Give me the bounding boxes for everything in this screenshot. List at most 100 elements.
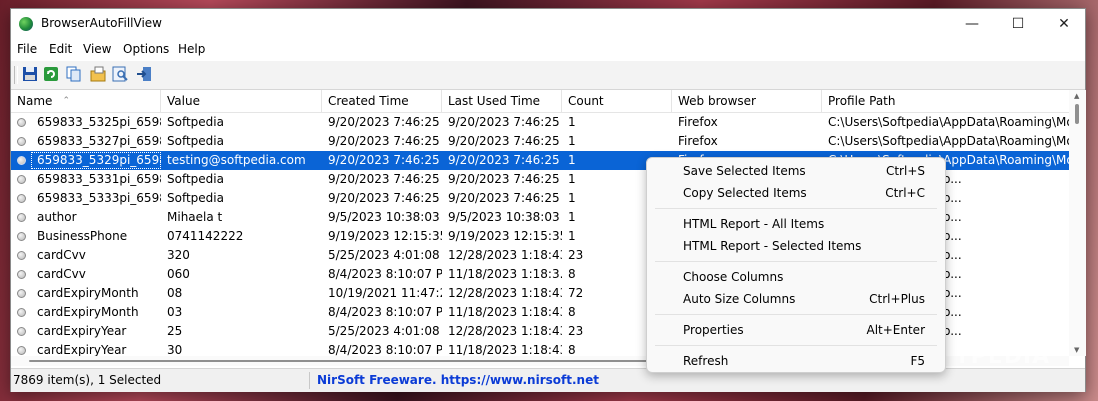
minimize-button[interactable]: — [949, 9, 995, 39]
sort-up-icon: ⌃ [62, 96, 70, 106]
cell-value: 0741142222 [167, 229, 244, 243]
menu-bar: File Edit View Options Help [11, 39, 1085, 61]
menu-item-label: HTML Report - Selected Items [683, 239, 862, 253]
scroll-up-icon[interactable]: ▲ [1074, 92, 1079, 100]
cell-value: Mihaela t [167, 210, 223, 224]
cell-value: 320 [167, 248, 190, 262]
cell-value: 25 [167, 324, 183, 338]
cell-value: Softpedia [167, 134, 224, 148]
cell-profile: C:\Users\Softpedia\AppData\Roaming\Mo... [828, 115, 1069, 129]
cell-value: 30 [167, 343, 183, 356]
cell-value: 03 [167, 305, 183, 319]
nirsoft-link[interactable]: NirSoft Freeware. https://www.nirsoft.ne… [317, 372, 599, 389]
column-header-web-browser[interactable]: Web browser [672, 90, 822, 112]
cell-value: Softpedia [167, 115, 224, 129]
scroll-down-icon[interactable]: ▼ [1074, 346, 1079, 354]
menu-item-html-report-selected-items[interactable]: HTML Report - Selected Items [647, 235, 945, 257]
cell-count: 1 [568, 134, 576, 148]
exit-icon[interactable] [135, 65, 153, 83]
column-header-name[interactable]: Name ⌃ [11, 90, 161, 112]
menu-item-label: Choose Columns [683, 270, 784, 284]
cell-last-used: 11/18/2023 1:18:43... [448, 343, 562, 356]
column-header-created-time[interactable]: Created Time [322, 90, 442, 112]
refresh-icon[interactable] [42, 65, 60, 83]
cell-created: 9/20/2023 7:46:25 ... [328, 191, 442, 205]
toolbar-grip [14, 66, 18, 84]
menu-item-refresh[interactable]: Refresh F5 [647, 350, 945, 372]
title-bar[interactable]: BrowserAutoFillView — ☐ ✕ [11, 9, 1085, 39]
menu-options[interactable]: Options [123, 42, 169, 56]
item-bullet-icon [17, 156, 26, 165]
cell-last-used: 9/20/2023 7:46:25 ... [448, 153, 562, 167]
list-row[interactable]: 659833_5325pi_659833... Softpedia 9/20/202… [11, 113, 1069, 132]
cell-last-used: 9/20/2023 7:46:25 ... [448, 134, 562, 148]
copy-icon[interactable] [65, 65, 83, 83]
menu-item-choose-columns[interactable]: Choose Columns [647, 266, 945, 288]
cell-name: 659833_5331pi_659833... [37, 172, 161, 186]
cell-browser: Firefox [678, 115, 718, 129]
save-icon[interactable] [21, 65, 39, 83]
item-bullet-icon [17, 213, 26, 222]
cell-name: 659833_5333pi_659833... [37, 191, 161, 205]
cell-last-used: 12/28/2023 1:18:43... [448, 248, 562, 262]
context-menu: Save Selected Items Ctrl+S Copy Selected I… [646, 157, 946, 373]
column-header-last-used-time[interactable]: Last Used Time [442, 90, 562, 112]
column-header-profile-path[interactable]: Profile Path [822, 90, 1069, 112]
cell-last-used: 9/20/2023 7:46:25 ... [448, 191, 562, 205]
menu-item-copy-selected-items[interactable]: Copy Selected Items Ctrl+C [647, 182, 945, 204]
item-bullet-icon [17, 289, 26, 298]
context-menu-separator [655, 261, 937, 262]
cell-browser: Firefox [678, 134, 718, 148]
column-header-value[interactable]: Value [161, 90, 322, 112]
app-logo-icon [19, 17, 33, 31]
column-header-name-label: Name [17, 94, 53, 108]
item-bullet-icon [17, 251, 26, 260]
properties-icon[interactable] [89, 65, 107, 83]
context-menu-separator [655, 345, 937, 346]
cell-created: 9/5/2023 10:38:03 ... [328, 210, 442, 224]
cell-value: 08 [167, 286, 183, 300]
vertical-scroll-thumb[interactable] [1075, 104, 1079, 124]
find-icon[interactable] [111, 65, 129, 83]
item-bullet-icon [17, 308, 26, 317]
menu-item-html-report-all-items[interactable]: HTML Report - All Items [647, 213, 945, 235]
cell-created: 9/20/2023 7:46:25 ... [328, 172, 442, 186]
menu-item-shortcut: Alt+Enter [866, 323, 925, 337]
cell-created: 5/25/2023 4:01:08 ... [328, 324, 442, 338]
column-header-count[interactable]: Count [562, 90, 672, 112]
cell-name: cardCvv [37, 248, 86, 262]
item-bullet-icon [17, 327, 26, 336]
menu-item-shortcut: F5 [910, 354, 925, 368]
cell-name: author [37, 210, 77, 224]
cell-created: 9/19/2023 12:15:35... [328, 229, 442, 243]
vertical-scrollbar[interactable]: ▲ ▼ [1069, 90, 1086, 356]
menu-item-auto-size-columns[interactable]: Auto Size Columns Ctrl+Plus [647, 288, 945, 310]
horizontal-scroll-thumb[interactable] [29, 360, 689, 362]
maximize-button[interactable]: ☐ [995, 9, 1041, 39]
cell-created: 8/4/2023 8:10:07 PM [328, 305, 442, 319]
list-row[interactable]: 659833_5327pi_659833... Softpedia 9/20/202… [11, 132, 1069, 151]
menu-item-properties[interactable]: Properties Alt+Enter [647, 319, 945, 341]
cell-last-used: 9/5/2023 10:38:03 ... [448, 210, 562, 224]
cell-name: cardExpiryYear [37, 343, 127, 356]
cell-last-used: 11/18/2023 1:18:43... [448, 305, 562, 319]
cell-created: 5/25/2023 4:01:08 ... [328, 248, 442, 262]
menu-item-save-selected-items[interactable]: Save Selected Items Ctrl+S [647, 160, 945, 182]
menu-item-label: Auto Size Columns [683, 292, 796, 306]
item-bullet-icon [17, 137, 26, 146]
menu-file[interactable]: File [17, 42, 37, 56]
cell-name: cardExpiryMonth [37, 286, 139, 300]
cell-name: cardExpiryYear [37, 324, 127, 338]
item-bullet-icon [17, 118, 26, 127]
cell-last-used: 9/20/2023 7:46:25 ... [448, 172, 562, 186]
cell-last-used: 9/20/2023 7:46:25 ... [448, 115, 562, 129]
menu-edit[interactable]: Edit [49, 42, 72, 56]
item-bullet-icon [17, 346, 26, 355]
close-button[interactable]: ✕ [1041, 9, 1087, 39]
menu-item-label: Save Selected Items [683, 164, 806, 178]
menu-help[interactable]: Help [178, 42, 205, 56]
menu-item-label: Properties [683, 323, 744, 337]
cell-profile: C:\Users\Softpedia\AppData\Roaming\Mo... [828, 134, 1069, 148]
menu-view[interactable]: View [83, 42, 111, 56]
cell-created: 8/4/2023 8:10:07 PM [328, 343, 442, 356]
